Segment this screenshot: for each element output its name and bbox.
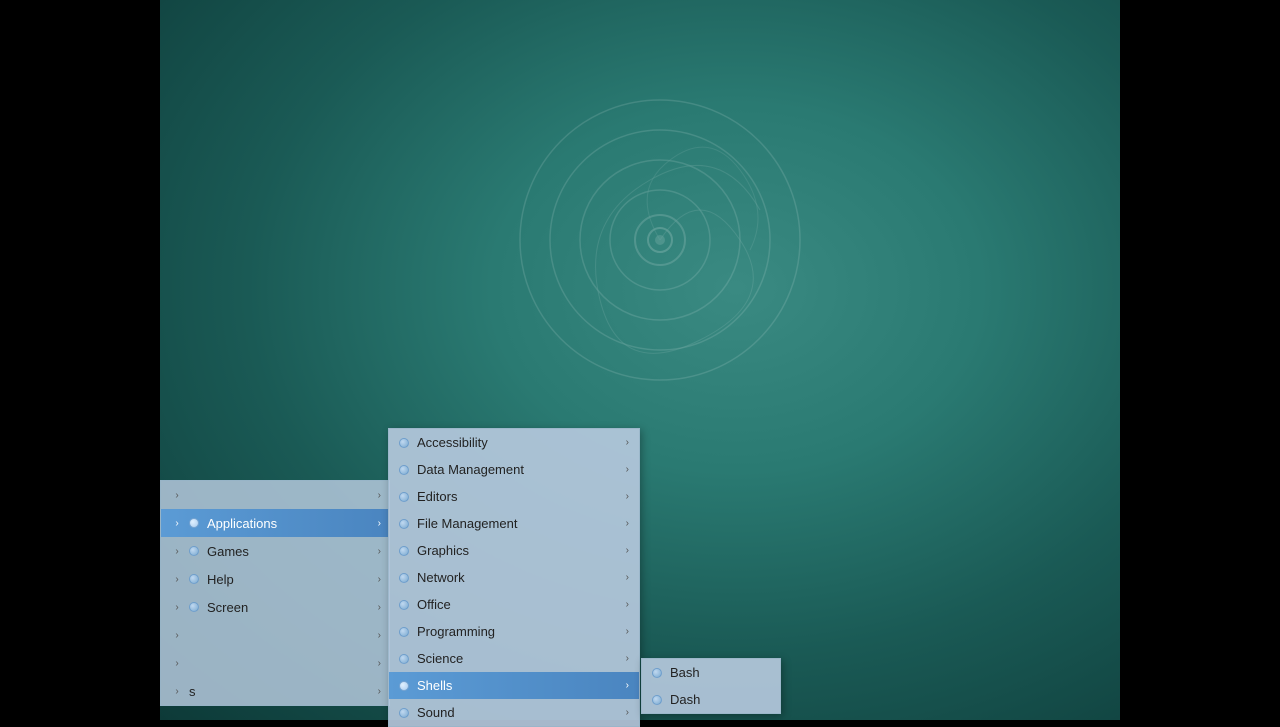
swirl-decoration [500,80,820,400]
left-arrow-icon-h4: › [169,686,185,697]
left-arrow-icon: › [169,490,185,501]
left-menu: › › › Applications › › Games › › Help › … [160,480,390,706]
apps-label-editors: Editors [417,489,626,504]
apps-menu-item-data-management[interactable]: Data Management › [389,456,639,483]
right-arrow-shells: › [626,680,629,691]
menu-dot-applications [189,518,199,528]
shells-label-dash: Dash [670,692,770,707]
left-arrow-icon-help: › [169,574,185,585]
menu-dot-screen [189,602,199,612]
left-menu-label-applications: Applications [207,516,378,531]
right-arrow-file-management: › [626,518,629,529]
apps-label-sound: Sound [417,705,626,720]
apps-label-network: Network [417,570,626,585]
shells-submenu: Bash Dash [641,658,781,714]
apps-menu-item-editors[interactable]: Editors › [389,483,639,510]
menu-dot-science [399,654,409,664]
apps-menu-item-science[interactable]: Science › [389,645,639,672]
shells-label-bash: Bash [670,665,770,680]
apps-menu-item-network[interactable]: Network › [389,564,639,591]
right-arrow-icon-h4: › [378,686,381,697]
right-arrow-accessibility: › [626,437,629,448]
left-menu-item-applications[interactable]: › Applications › [161,509,389,537]
menu-dot-graphics [399,546,409,556]
menu-dot-programming [399,627,409,637]
apps-menu-item-file-management[interactable]: File Management › [389,510,639,537]
menu-dot-bash [652,668,662,678]
right-arrow-network: › [626,572,629,583]
menu-dot-dash [652,695,662,705]
menu-dot-data-management [399,465,409,475]
menu-dot-shells [399,681,409,691]
shells-menu-item-dash[interactable]: Dash [642,686,780,713]
left-menu-item-help[interactable]: › Help › [161,565,389,593]
right-arrow-office: › [626,599,629,610]
apps-label-science: Science [417,651,626,666]
apps-menu-item-programming[interactable]: Programming › [389,618,639,645]
left-arrow-icon-apps: › [169,518,185,529]
right-arrow-graphics: › [626,545,629,556]
menu-dot-accessibility [399,438,409,448]
applications-submenu: Accessibility › Data Management › Editor… [388,428,640,727]
left-menu-item-games[interactable]: › Games › [161,537,389,565]
left-menu-label-screen: Screen [207,600,378,615]
menu-dot-sound [399,708,409,718]
apps-menu-item-accessibility[interactable]: Accessibility › [389,429,639,456]
left-menu-item-screen[interactable]: › Screen › [161,593,389,621]
menu-dot-network [399,573,409,583]
menu-dot-file-management [399,519,409,529]
left-menu-label-help: Help [207,572,378,587]
left-menu-label-games: Games [207,544,378,559]
right-arrow-icon-games: › [378,546,381,557]
apps-label-programming: Programming [417,624,626,639]
shells-menu-item-bash[interactable]: Bash [642,659,780,686]
left-menu-item-hidden1[interactable]: › › [161,481,389,509]
menu-dot-office [399,600,409,610]
apps-label-office: Office [417,597,626,612]
apps-menu-item-shells[interactable]: Shells › [389,672,639,699]
right-black-bar [1120,0,1280,720]
right-arrow-editors: › [626,491,629,502]
apps-label-accessibility: Accessibility [417,435,626,450]
right-arrow-icon-h2: › [378,630,381,641]
right-arrow-icon-help: › [378,574,381,585]
right-arrow-icon-apps: › [378,518,381,529]
apps-menu-item-office[interactable]: Office › [389,591,639,618]
apps-label-file-management: File Management [417,516,626,531]
left-arrow-icon-h2: › [169,630,185,641]
right-arrow-sound: › [626,707,629,718]
right-arrow-icon-h3: › [378,658,381,669]
left-menu-label-partial: s [189,684,378,699]
apps-label-graphics: Graphics [417,543,626,558]
right-arrow-programming: › [626,626,629,637]
menu-dot-editors [399,492,409,502]
right-arrow-science: › [626,653,629,664]
left-arrow-icon-screen: › [169,602,185,613]
left-arrow-icon-h3: › [169,658,185,669]
right-arrow-data-management: › [626,464,629,475]
left-black-bar [0,0,160,720]
left-menu-item-hidden3[interactable]: › › [161,649,389,677]
apps-menu-item-sound[interactable]: Sound › [389,699,639,726]
apps-menu-item-graphics[interactable]: Graphics › [389,537,639,564]
left-menu-item-partial-bottom[interactable]: › s › [161,677,389,705]
apps-label-data-management: Data Management [417,462,626,477]
left-arrow-icon-games: › [169,546,185,557]
left-menu-item-hidden2[interactable]: › › [161,621,389,649]
menu-dot-games [189,546,199,556]
menu-dot-help [189,574,199,584]
apps-label-shells: Shells [417,678,626,693]
right-arrow-icon-screen: › [378,602,381,613]
right-arrow-icon: › [378,490,381,501]
